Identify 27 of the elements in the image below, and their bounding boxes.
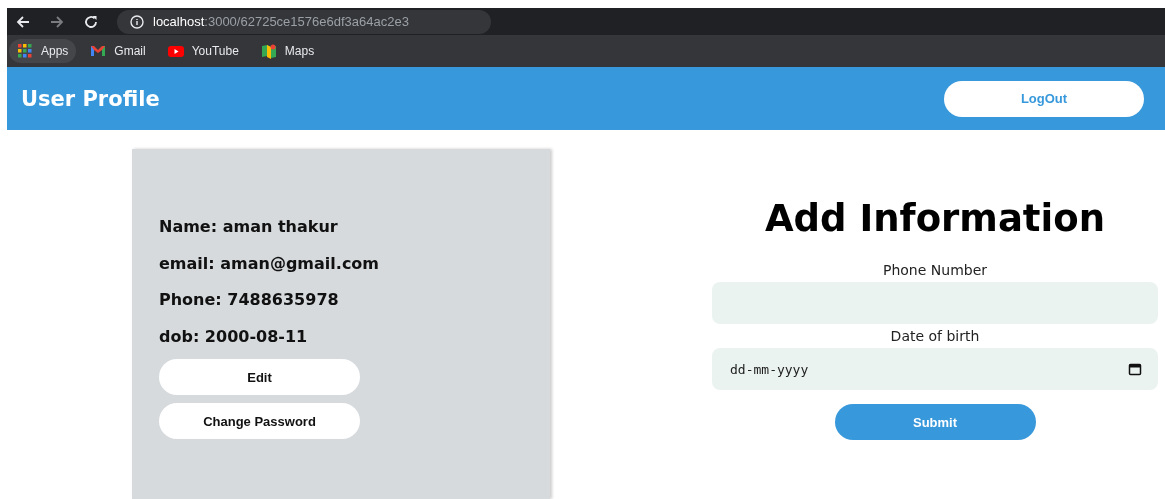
- profile-detail: Phone: 7488635978: [159, 289, 340, 311]
- field-label: Date of birth: [890, 327, 980, 346]
- bookmark[interactable]: Apps: [9, 39, 77, 63]
- url-host: localhost: [153, 14, 205, 29]
- mail-icon: [90, 43, 107, 59]
- map-icon: [260, 43, 277, 59]
- profile-detail: Name: aman thakur: [159, 216, 339, 238]
- apps-grid-icon: [17, 43, 33, 59]
- profile-detail: dob: 2000-08-11: [159, 325, 309, 348]
- play-icon: [167, 43, 184, 59]
- profile-detail: email: aman@gmail.com: [159, 252, 381, 275]
- form-heading: Add Information: [765, 197, 1105, 240]
- address-bar[interactable]: localhost:3000/62725ce1576e6df3a64ac2e3: [117, 9, 491, 34]
- url-path: :3000/62725ce1576e6df3a64ac2e3: [204, 14, 409, 29]
- field-label: Phone Number: [882, 261, 988, 280]
- info-icon: [129, 13, 145, 30]
- back-icon[interactable]: [15, 13, 31, 30]
- forward-icon[interactable]: [49, 13, 65, 30]
- bookmark[interactable]: Gmail: [82, 39, 154, 63]
- reload-icon[interactable]: [83, 13, 99, 30]
- calendar-icon[interactable]: [1128, 362, 1142, 376]
- profile-button[interactable]: Edit: [159, 359, 360, 395]
- bookmark[interactable]: Maps: [252, 39, 323, 63]
- bookmark[interactable]: YouTube: [159, 39, 247, 63]
- date-field[interactable]: dd-mm-yyyy: [712, 348, 1158, 390]
- page-title: User Profile: [21, 86, 160, 111]
- profile-button[interactable]: Change Password: [159, 403, 360, 439]
